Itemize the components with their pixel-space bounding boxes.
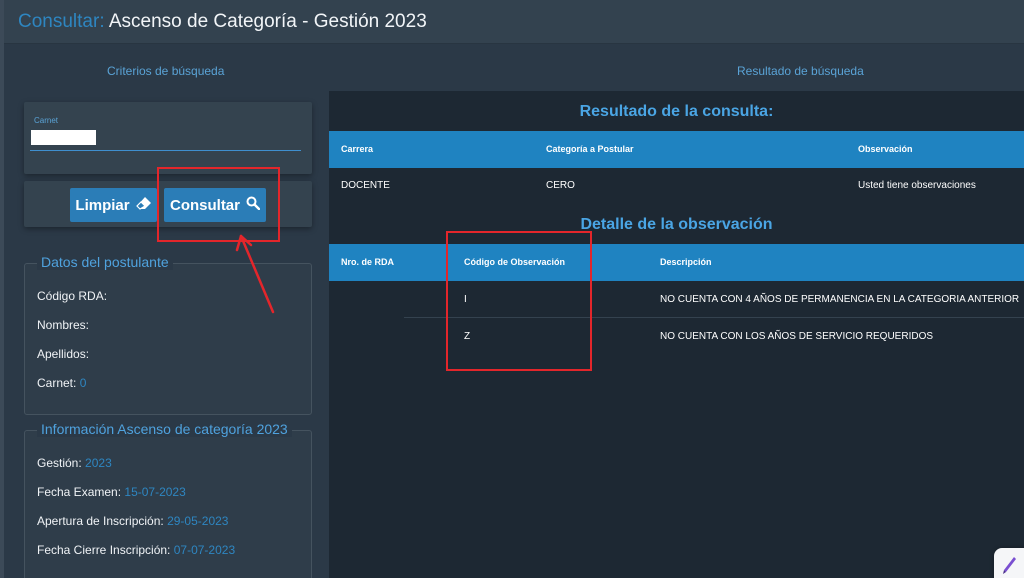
- carnet-input-underline: [30, 150, 301, 151]
- info-ascenso-legend: Información Ascenso de categoría 2023: [37, 421, 292, 437]
- datos-postulante-legend: Datos del postulante: [37, 254, 173, 270]
- page-title-prefix: Consultar:: [18, 11, 105, 32]
- limpiar-button[interactable]: Limpiar: [70, 188, 157, 222]
- detail-table-header: Nro. de RDA Código de Observación Descri…: [329, 244, 1024, 281]
- page-title: Consultar: Ascenso de Categoría - Gestió…: [18, 11, 427, 33]
- nombres-row: Nombres:: [37, 318, 89, 332]
- detail-title: Detalle de la observación: [580, 216, 773, 233]
- fecha-examen-row: Fecha Examen: 15-07-2023: [37, 485, 186, 499]
- result-title: Resultado de la consulta:: [579, 103, 774, 120]
- gestion-row: Gestión: 2023: [37, 456, 112, 470]
- fecha-examen-value: 15-07-2023: [124, 485, 186, 499]
- criteria-section-label: Criterios de búsqueda: [107, 64, 225, 78]
- nombres-label: Nombres:: [37, 318, 90, 332]
- window-edge: [0, 0, 4, 578]
- page-header: Consultar: Ascenso de Categoría - Gestió…: [4, 0, 1024, 44]
- result-section-label: Resultado de búsqueda: [737, 64, 864, 78]
- cierre-value: 07-07-2023: [173, 543, 236, 557]
- column-header-categoria: Categoría a Postular: [546, 144, 634, 154]
- cell-descripcion: NO CUENTA CON LOS AÑOS DE SERVICIO REQUE…: [660, 331, 934, 342]
- cell-descripcion: NO CUENTA CON 4 AÑOS DE PERMANENCIA EN L…: [660, 294, 1020, 305]
- carnet-field-label: Carnet: [34, 116, 59, 125]
- cierre-label: Fecha Cierre Inscripción:: [37, 543, 171, 557]
- result-table-header: Carrera Categoría a Postular Observación: [329, 131, 1024, 168]
- carnet-input[interactable]: [31, 130, 96, 145]
- carnet-value: 0: [79, 376, 87, 390]
- column-header-nro-rda: Nro. de RDA: [341, 257, 395, 267]
- codigo-rda-label: Código RDA:: [37, 289, 108, 303]
- limpiar-button-label: Limpiar: [75, 196, 130, 214]
- column-header-observacion: Observación: [858, 144, 913, 154]
- annotation-arrow-icon: [235, 234, 275, 314]
- cell-observacion: Usted tiene observaciones: [858, 180, 976, 191]
- column-header-carrera: Carrera: [341, 144, 374, 154]
- apellidos-row: Apellidos:: [37, 347, 89, 361]
- apellidos-label: Apellidos:: [37, 347, 90, 361]
- column-header-descripcion: Descripción: [660, 257, 712, 267]
- pen-icon: [1003, 557, 1016, 574]
- carnet-label: Carnet:: [37, 376, 77, 390]
- cell-categoria: CERO: [546, 180, 575, 191]
- carnet-row: Carnet: 0: [37, 376, 86, 390]
- gestion-value: 2023: [85, 456, 112, 470]
- apertura-row: Apertura de Inscripción: 29-05-2023: [37, 514, 228, 528]
- result-panel: Resultado de la consulta: Carrera Catego…: [329, 91, 1024, 578]
- carnet-panel: Carnet: [24, 102, 312, 174]
- gestion-label: Gestión:: [37, 456, 82, 470]
- codigo-rda-row: Código RDA:: [37, 289, 107, 303]
- eraser-icon: [135, 196, 152, 214]
- apertura-value: 29-05-2023: [167, 514, 229, 528]
- pen-widget[interactable]: [994, 548, 1024, 578]
- codigo-observacion-highlight-box: [446, 231, 592, 371]
- fecha-examen-label: Fecha Examen:: [37, 485, 122, 499]
- cell-carrera: DOCENTE: [341, 180, 390, 191]
- page-title-text: Ascenso de Categoría - Gestión 2023: [108, 11, 427, 32]
- info-ascenso-fieldset: Información Ascenso de categoría 2023 Ge…: [24, 421, 312, 578]
- cierre-row: Fecha Cierre Inscripción: 07-07-2023: [37, 543, 235, 557]
- apertura-label: Apertura de Inscripción:: [37, 514, 164, 528]
